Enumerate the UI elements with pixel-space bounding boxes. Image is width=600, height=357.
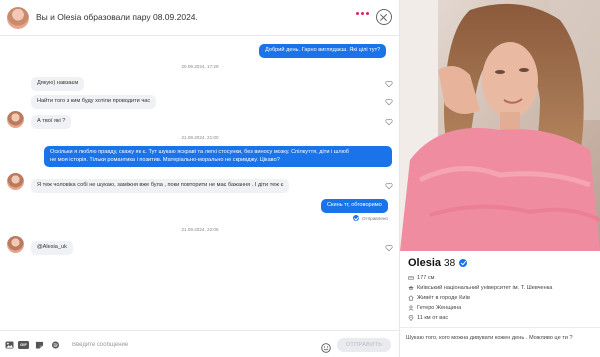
more-options-icon[interactable] bbox=[356, 12, 369, 15]
match-title: Вы и Olesia образовали пару 08.09.2024. bbox=[36, 12, 198, 22]
message-text: А твої які ? bbox=[37, 118, 66, 124]
message-text: Оскільки я люблю правду, скажу як є. Тут… bbox=[50, 149, 349, 155]
message-text: Найти того з ким буду хотіли проводити ч… bbox=[37, 98, 151, 104]
message-text: Добрий день. Гарно виглядаєш. Які цілі т… bbox=[265, 47, 381, 53]
message-text: Скинь тг, обговоримо bbox=[327, 202, 382, 208]
sender-avatar[interactable] bbox=[7, 173, 24, 190]
message-text: не моя історія. Тільки романтика і позит… bbox=[50, 156, 280, 163]
profile-height: 177 см bbox=[408, 275, 435, 281]
message-outgoing: Скинь тг, обговоримо bbox=[321, 199, 388, 213]
attach-image-icon[interactable] bbox=[5, 341, 14, 349]
user-icon bbox=[408, 305, 414, 311]
match-avatar[interactable] bbox=[7, 7, 29, 29]
status-text: Отправлено bbox=[362, 215, 388, 221]
message-incoming: Я теж чоловіка собі не шукаю, заміжня вж… bbox=[31, 179, 290, 193]
sender-avatar[interactable] bbox=[7, 236, 24, 253]
date-separator: 20.09.2024, 17:29 bbox=[181, 64, 219, 69]
profile-name-row: Olesia 38 bbox=[408, 257, 468, 269]
profile-distance-text: 11 км от вас bbox=[417, 315, 449, 321]
sent-check-icon bbox=[353, 215, 359, 221]
date-separator: 21.09.2024, 22:05 bbox=[181, 227, 219, 232]
profile-orientation-text: Гетеро Женщина bbox=[417, 305, 462, 311]
message-incoming: Дякую) навзаєм bbox=[31, 77, 85, 91]
sender-avatar[interactable] bbox=[7, 111, 24, 128]
message-outgoing: Оскільки я люблю правду, скажу як є. Тут… bbox=[44, 146, 392, 168]
location-pin-icon bbox=[408, 315, 414, 321]
like-heart-icon[interactable] bbox=[385, 98, 393, 106]
profile-height-text: 177 см bbox=[417, 275, 435, 281]
profile-education-text: Київський національний університет ім. Т… bbox=[417, 285, 553, 291]
ruler-icon bbox=[408, 275, 414, 281]
profile-photo[interactable] bbox=[400, 0, 600, 251]
message-text: @Alesia_uk bbox=[37, 244, 67, 250]
message-text: Я теж чоловіка собі не шукаю, заміжня вж… bbox=[37, 182, 284, 188]
spotify-icon[interactable] bbox=[51, 341, 60, 349]
profile-divider bbox=[400, 327, 600, 328]
gif-icon[interactable]: GIF bbox=[18, 341, 29, 349]
close-icon[interactable] bbox=[376, 9, 392, 25]
chat-panel: Вы и Olesia образовали пару 08.09.2024. … bbox=[0, 0, 400, 357]
message-input[interactable] bbox=[72, 340, 312, 350]
home-icon bbox=[408, 295, 414, 301]
message-incoming: @Alesia_uk bbox=[31, 241, 73, 255]
profile-orientation: Гетеро Женщина bbox=[408, 305, 461, 311]
message-list[interactable]: Добрий день. Гарно виглядаєш. Які цілі т… bbox=[0, 36, 400, 330]
profile-location-text: Живёт в городе Київ bbox=[417, 295, 470, 301]
profile-distance: 11 км от вас bbox=[408, 315, 448, 321]
message-incoming: А твої які ? bbox=[31, 115, 72, 129]
message-incoming: Найти того з ким буду хотіли проводити ч… bbox=[31, 95, 157, 109]
profile-education: Київський національний університет ім. Т… bbox=[408, 285, 552, 291]
like-heart-icon[interactable] bbox=[385, 80, 393, 88]
profile-name: Olesia bbox=[408, 257, 442, 269]
message-text: Дякую) навзаєм bbox=[37, 80, 79, 86]
send-button[interactable]: ОТПРАВИТЬ bbox=[337, 338, 391, 352]
delivery-status: Отправлено bbox=[353, 215, 388, 221]
like-heart-icon[interactable] bbox=[385, 244, 393, 252]
like-heart-icon[interactable] bbox=[385, 118, 393, 126]
graduation-cap-icon bbox=[408, 285, 414, 291]
profile-location: Живёт в городе Київ bbox=[408, 295, 470, 301]
profile-age: 38 bbox=[444, 257, 456, 269]
emoji-icon[interactable] bbox=[321, 340, 331, 353]
chat-header: Вы и Olesia образовали пару 08.09.2024. bbox=[0, 0, 400, 36]
message-composer: GIF ОТПРАВИТЬ bbox=[0, 330, 400, 357]
verified-badge-icon bbox=[459, 259, 468, 267]
like-heart-icon[interactable] bbox=[385, 182, 393, 190]
message-outgoing: Добрий день. Гарно виглядаєш. Які цілі т… bbox=[259, 44, 387, 58]
profile-bio: Шукаю того, кого можна дивувати кожен де… bbox=[406, 335, 573, 341]
sticker-icon[interactable] bbox=[35, 341, 44, 349]
date-separator: 21.09.2024, 21:00 bbox=[181, 135, 219, 140]
profile-panel: Olesia 38 177 см Київський національний … bbox=[400, 0, 600, 357]
